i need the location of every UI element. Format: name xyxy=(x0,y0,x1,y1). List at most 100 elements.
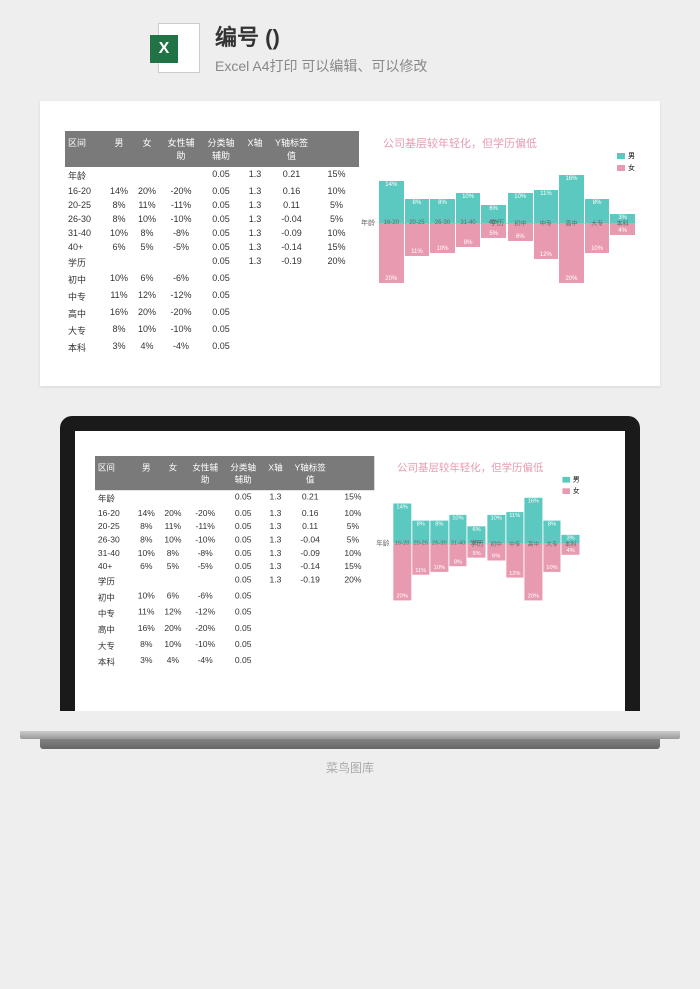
table-row: 40+6%5%-5%0.051.3-0.1415% xyxy=(95,560,374,573)
table-cell: -6% xyxy=(186,590,224,604)
bar-label: 20% xyxy=(384,275,398,283)
table-cell: 大专 xyxy=(65,323,105,338)
axis-label: 大专 xyxy=(591,219,603,228)
table-cell: -4% xyxy=(186,655,224,669)
laptop-screen: 区间男女女性辅助分类轴辅助X轴Y轴标签值年龄0.051.30.2115%16-2… xyxy=(75,431,625,711)
table-cell xyxy=(314,340,359,355)
bar-label: 14% xyxy=(395,504,408,512)
axis-label: 高中 xyxy=(565,219,577,228)
table-cell: -0.04 xyxy=(289,534,332,545)
table-cell: 0.11 xyxy=(269,199,314,211)
table-cell: 16% xyxy=(105,306,133,321)
table-cell: 15% xyxy=(332,491,375,505)
table-cell: 学历 xyxy=(95,574,133,588)
table-cell: 12% xyxy=(160,606,187,620)
bar-label: 8% xyxy=(463,239,474,247)
table-cell: -11% xyxy=(161,199,201,211)
bar-label: 20% xyxy=(527,593,540,601)
table-row: 本科3%4%-4%0.05 xyxy=(95,654,374,670)
bar-group: 8%11%20-25 xyxy=(405,163,430,283)
bar-female: 12% xyxy=(506,543,524,577)
table-cell: 1.3 xyxy=(241,168,269,183)
bar-label: 20% xyxy=(395,593,408,601)
table-cell: 20% xyxy=(133,185,161,197)
bar-group: 16%20%高中 xyxy=(525,486,543,600)
bar-group: 11%12%中专 xyxy=(506,486,524,600)
table-cell xyxy=(332,590,375,604)
table-cell: 0.05 xyxy=(201,306,241,321)
table-cell: 高中 xyxy=(95,622,133,636)
table-cell: 8% xyxy=(133,227,161,239)
table-cell xyxy=(160,491,187,505)
data-table: 区间男女女性辅助分类轴辅助X轴Y轴标签值年龄0.051.30.2115%16-2… xyxy=(65,131,359,356)
table-cell: 0.05 xyxy=(224,507,262,518)
table-cell: -0.14 xyxy=(269,241,314,253)
bar-label: 10% xyxy=(433,564,446,572)
bar-group: 3%4%本科 xyxy=(562,486,580,600)
table-cell: -10% xyxy=(161,213,201,225)
table-cell: 1.3 xyxy=(241,227,269,239)
table-cell: 16% xyxy=(133,622,160,636)
bar-female: 11% xyxy=(405,223,430,256)
table-row: 31-4010%8%-8%0.051.3-0.0910% xyxy=(95,546,374,559)
bar-female: 10% xyxy=(430,223,455,253)
bar-male: 14% xyxy=(379,181,404,223)
bar-label: 6% xyxy=(472,526,482,534)
axis-label: 16-20 xyxy=(395,541,410,547)
table-cell: 1.3 xyxy=(262,547,289,558)
table-cell: 10% xyxy=(105,227,133,239)
table-row: 中专11%12%-12%0.05 xyxy=(95,605,374,621)
table-cell: 10% xyxy=(332,547,375,558)
table-cell: 年龄 xyxy=(65,168,105,183)
axis-label: 20-25 xyxy=(409,220,424,226)
bar-group: 8%10%26-30 xyxy=(431,486,449,600)
table-cell xyxy=(161,168,201,183)
table-row: 初中10%6%-6%0.05 xyxy=(95,589,374,605)
laptop-base xyxy=(40,731,660,749)
bar-group: 10%8%31-40 xyxy=(456,163,481,283)
table-cell: 0.05 xyxy=(224,590,262,604)
table-cell: 31-40 xyxy=(65,227,105,239)
axis-label: 20-25 xyxy=(413,541,428,547)
table-cell: 40+ xyxy=(65,241,105,253)
bar-label: 16% xyxy=(527,498,540,506)
axis-label: 本科 xyxy=(565,539,576,548)
bar-group: 14% 20% 16-20 xyxy=(393,486,411,600)
chart-section: 年龄14%20%16-208%11%20-258%10%26-3010%8%31… xyxy=(379,163,506,283)
table-header-cell: 分类轴辅助 xyxy=(224,459,262,488)
table-cell: -0.19 xyxy=(269,255,314,270)
bar-female: 11% xyxy=(412,543,430,574)
table-cell: 0.05 xyxy=(201,227,241,239)
bar-group: 11%12%中专 xyxy=(534,163,559,283)
table-cell: 3% xyxy=(105,340,133,355)
table-cell: -20% xyxy=(161,185,201,197)
axis-label: 本科 xyxy=(617,219,629,228)
table-cell: 10% xyxy=(314,185,359,197)
table-header-cell: 女 xyxy=(160,459,187,488)
table-cell: 0.16 xyxy=(289,507,332,518)
chart-container: 年龄14%20%16-208%11%20-258%10%26-3010%8%31… xyxy=(379,163,635,283)
table-cell: 20% xyxy=(332,574,375,588)
table-cell: 0.05 xyxy=(224,561,262,572)
bar-female: 10% xyxy=(585,223,610,253)
table-cell: 8% xyxy=(133,521,160,532)
legend-label: 男 xyxy=(573,475,580,485)
table-cell: 20-25 xyxy=(95,521,133,532)
table-cell: -4% xyxy=(161,340,201,355)
table-cell: 中专 xyxy=(65,289,105,304)
bar-label: 11% xyxy=(539,190,553,198)
axis-label: 31-40 xyxy=(460,220,475,226)
chart-area: 公司基层较年轻化，但学历偏低 男 女 年龄14%20%16-208%11%20-… xyxy=(393,456,579,670)
table-cell: 6% xyxy=(160,590,187,604)
table-cell xyxy=(241,289,269,304)
axis-label: 中专 xyxy=(540,219,552,228)
table-header-cell: 女 xyxy=(133,134,161,164)
chart-section: 学历10%6%初中11%12%中专16%20%高中8%10%大专3%4%本科 xyxy=(508,163,635,283)
table-cell: -5% xyxy=(161,241,201,253)
bar-female: 20% xyxy=(393,543,411,600)
section-title: 学历 xyxy=(490,218,504,228)
table-cell xyxy=(314,289,359,304)
table-cell xyxy=(332,606,375,620)
bar-group: 8%10%26-30 xyxy=(430,163,455,283)
table-cell: 5% xyxy=(133,241,161,253)
